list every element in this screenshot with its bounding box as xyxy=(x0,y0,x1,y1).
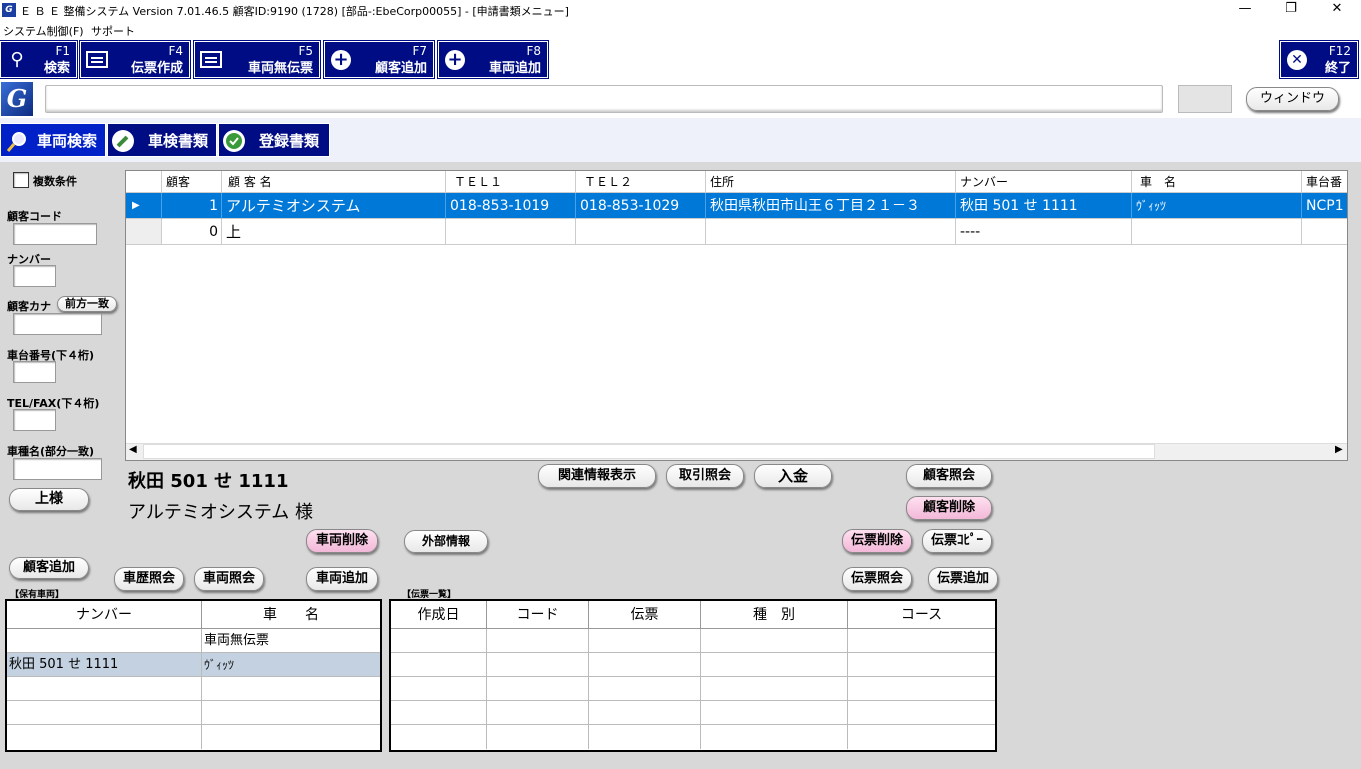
row-pointer-icon: ▶ xyxy=(126,193,162,219)
menu-system[interactable]: システム制御(F) xyxy=(3,23,84,39)
plus-circle-icon: + xyxy=(444,49,466,71)
f12-exit-button[interactable]: ✕ F12 終了 xyxy=(1279,40,1359,79)
command-input[interactable] xyxy=(45,85,1163,113)
slips-table: 作成日 コード 伝票 種 別 コース xyxy=(389,599,997,752)
customer-code-input[interactable] xyxy=(13,223,97,245)
multi-condition-label: 複数条件 xyxy=(33,175,77,188)
menu-support[interactable]: サポート xyxy=(91,23,135,39)
col-header-car-name[interactable]: 車 名 xyxy=(1132,171,1302,193)
col-header-number[interactable]: ナンバー xyxy=(956,171,1132,193)
document-icon xyxy=(86,49,108,71)
vehicle-history-button[interactable]: 車歴照会 xyxy=(114,567,184,591)
add-slip-button[interactable]: 伝票追加 xyxy=(928,567,998,591)
slip-inquiry-button[interactable]: 伝票照会 xyxy=(842,567,912,591)
customer-inquiry-button[interactable]: 顧客照会 xyxy=(906,464,992,488)
scroll-left-icon[interactable]: ◀ xyxy=(129,444,137,455)
vehicle-delete-button[interactable]: 車両削除 xyxy=(306,529,378,553)
selected-customer: アルテミオシステム 様 xyxy=(128,502,314,523)
external-info-button[interactable]: 外部情報 xyxy=(404,530,488,553)
slip-delete-button[interactable]: 伝票削除 xyxy=(842,529,912,553)
col-header-chassis[interactable]: 車台番 xyxy=(1302,171,1347,193)
tab-inspection-docs[interactable]: 車検書類 xyxy=(107,123,217,157)
tab-registration-docs[interactable]: 登録書類 xyxy=(218,123,330,157)
customer-kana-label: 顧客カナ xyxy=(7,300,51,313)
function-toolbar: ⚲ F1 検索 F4 伝票作成 F5 車両無伝票 + F7 顧客追加 + F8 … xyxy=(0,39,1361,80)
maximize-icon[interactable]: ❐ xyxy=(1268,0,1314,20)
multi-condition-checkbox[interactable] xyxy=(13,172,29,188)
search-icon: ⚲ xyxy=(10,49,24,70)
close-icon[interactable]: ✕ xyxy=(1314,0,1360,20)
tel-fax-input[interactable] xyxy=(13,409,56,431)
app-icon: G xyxy=(2,3,16,17)
slips-header-type: 種 別 xyxy=(701,601,848,629)
scrollbar-thumb[interactable] xyxy=(143,444,1155,459)
menu-bar: システム制御(F) サポート xyxy=(0,20,1361,39)
search-results-grid: 顧客 顧 客 名 ＴＥＬ１ ＴＥＬ２ 住所 ナンバー 車 名 車台番 ▶ 1 ア… xyxy=(125,170,1348,461)
related-info-button[interactable]: 関連情報表示 xyxy=(538,464,656,488)
f5-no-slip-vehicle-button[interactable]: F5 車両無伝票 xyxy=(193,40,321,79)
status-box xyxy=(1178,85,1232,113)
slips-header-code: コード xyxy=(487,601,589,629)
payment-button[interactable]: 入金 xyxy=(754,464,832,488)
owned-header-car-name: 車 名 xyxy=(202,601,380,629)
slips-header-slip: 伝票 xyxy=(589,601,701,629)
magnifier-icon xyxy=(5,130,27,152)
add-vehicle-button[interactable]: 車両追加 xyxy=(306,567,378,591)
add-customer-button[interactable]: 顧客追加 xyxy=(9,557,89,579)
car-type-input[interactable] xyxy=(13,458,102,480)
scroll-right-icon[interactable]: ▶ xyxy=(1335,444,1343,455)
plus-circle-icon: + xyxy=(330,49,352,71)
owned-vehicles-table: ナンバー 車 名 車両無伝票 秋田 501 せ 1111 ｳﾞｨｯﾂ xyxy=(5,599,382,752)
chassis-number-input[interactable] xyxy=(13,361,56,383)
prefix-match-button[interactable]: 前方一致 xyxy=(57,296,117,312)
title-bar: G Ｅ Ｂ Ｅ 整備システム Version 7.01.46.5 顧客ID:91… xyxy=(0,0,1361,20)
f7-add-customer-button[interactable]: + F7 顧客追加 xyxy=(323,40,435,79)
customer-delete-button[interactable]: 顧客削除 xyxy=(906,496,992,520)
slips-header-date: 作成日 xyxy=(391,601,487,629)
window-button[interactable]: ウィンドウ xyxy=(1246,87,1339,111)
col-header-address[interactable]: 住所 xyxy=(706,171,956,193)
tab-bar: 車両検索 車検書類 登録書類 xyxy=(0,118,1361,162)
row-indicator-header xyxy=(126,171,162,193)
close-circle-icon: ✕ xyxy=(1286,49,1308,71)
trade-inquiry-button[interactable]: 取引照会 xyxy=(666,464,744,488)
customer-kana-input[interactable] xyxy=(13,313,102,335)
check-icon xyxy=(223,130,245,152)
owned-header-number: ナンバー xyxy=(7,601,202,629)
honorific-button[interactable]: 上様 xyxy=(9,488,89,511)
customer-code-label: 顧客コード xyxy=(7,210,62,223)
slips-header-course: コース xyxy=(848,601,995,629)
col-header-tel2[interactable]: ＴＥＬ２ xyxy=(576,171,706,193)
f8-add-vehicle-button[interactable]: + F8 車両追加 xyxy=(437,40,549,79)
selected-plate: 秋田 501 せ 1111 xyxy=(128,471,289,492)
document-icon xyxy=(200,49,222,71)
vehicle-inquiry-button[interactable]: 車両照会 xyxy=(194,567,264,591)
minimize-icon[interactable]: — xyxy=(1222,0,1268,20)
slip-copy-button[interactable]: 伝票ｺﾋﾟｰ xyxy=(922,529,992,553)
f4-create-slip-button[interactable]: F4 伝票作成 xyxy=(79,40,191,79)
car-type-label: 車種名(部分一致) xyxy=(7,445,95,458)
col-header-customer[interactable]: 顧客 xyxy=(162,171,222,193)
window-title: Ｅ Ｂ Ｅ 整備システム Version 7.01.46.5 顧客ID:9190… xyxy=(20,5,569,18)
number-input[interactable] xyxy=(13,265,56,287)
tab-vehicle-search[interactable]: 車両検索 xyxy=(0,123,106,157)
wrench-icon xyxy=(112,130,134,152)
col-header-customer-name[interactable]: 顧 客 名 xyxy=(222,171,446,193)
f1-search-button[interactable]: ⚲ F1 検索 xyxy=(0,40,78,79)
app-logo: G xyxy=(1,82,33,116)
col-header-tel1[interactable]: ＴＥＬ１ xyxy=(446,171,576,193)
